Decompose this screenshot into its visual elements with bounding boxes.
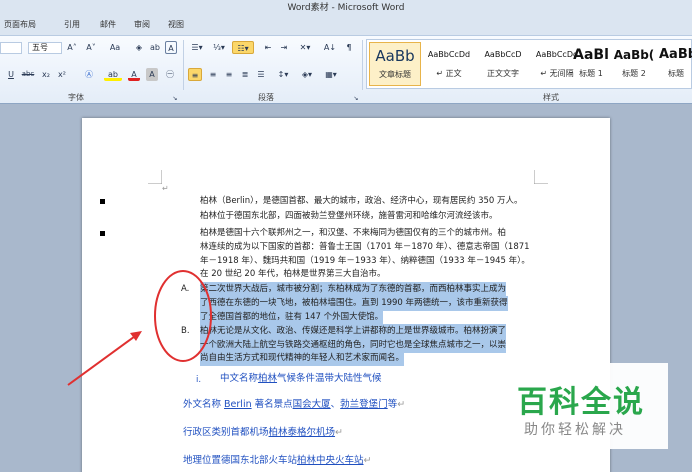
increase-indent-icon[interactable]: ⇥ bbox=[278, 41, 290, 54]
font-size-value: 五号 bbox=[32, 43, 48, 52]
separator bbox=[362, 40, 363, 90]
item-a-line3[interactable]: 了全德国首都的地位，驻有 147 个外国大使馆。 bbox=[200, 310, 384, 325]
item-b-line1[interactable]: 柏林无论是从文化、政治、传媒还是科学上讲都称的上是世界级城市。柏林扮演了 bbox=[200, 324, 507, 339]
clear-format-icon[interactable]: ◈ bbox=[132, 41, 146, 54]
style-name: ↵ 正文 bbox=[436, 69, 462, 78]
tab-page-layout[interactable]: 页面布局 bbox=[4, 19, 36, 30]
item-i-line: 中文名称柏林气候条件温带大陆性气候 bbox=[220, 373, 382, 384]
link-central-station[interactable]: 柏林中央火车站 bbox=[297, 455, 364, 466]
char-border-icon[interactable]: A bbox=[165, 41, 177, 54]
link-berlin[interactable]: 柏林 bbox=[258, 373, 277, 384]
item-b-line3[interactable]: 尚自由生活方式和现代精神的年轻人和艺术家而闻名。 bbox=[200, 351, 405, 366]
style-title[interactable]: AaBb 文章标题 bbox=[369, 42, 421, 86]
borders-icon[interactable]: ▦▾ bbox=[322, 68, 340, 81]
change-case-icon[interactable]: Aa bbox=[106, 41, 124, 54]
decrease-indent-icon[interactable]: ⇤ bbox=[262, 41, 274, 54]
paragraph-admin: 行政区类别首都机场柏林泰格尔机场↵ bbox=[183, 427, 343, 438]
superscript-icon[interactable]: x² bbox=[56, 68, 68, 81]
paragraph-group-label: 段落 bbox=[258, 93, 274, 102]
annotation-circle bbox=[154, 270, 212, 362]
style-body-text[interactable]: AaBbCcD 正文文字 bbox=[477, 42, 529, 86]
annotation-overlay bbox=[67, 270, 212, 386]
paragraph-mark: ↵ bbox=[162, 184, 169, 193]
bullet-marker bbox=[100, 199, 105, 204]
style-sample: AaBb( bbox=[613, 48, 655, 62]
bullet2-line2: 林连续的成为以下国家的首都：普鲁士王国（1701 年－1870 年）、德意志帝国… bbox=[200, 242, 530, 252]
tab-references[interactable]: 引用 bbox=[64, 19, 80, 30]
paragraph-dialog-launcher-icon[interactable]: ↘ bbox=[352, 92, 360, 105]
bullet1-line2: 柏林位于德国东北部，四面被勃兰登堡州环绕，施普雷河和哈维尔河流经该市。 bbox=[200, 211, 498, 221]
ribbon-tabs: 页面布局 引用 邮件 审阅 视图 bbox=[0, 17, 692, 35]
link-brandenburg-gate[interactable]: 勃兰登堡门 bbox=[340, 399, 388, 410]
style-name: 标题 1 bbox=[579, 69, 603, 78]
align-left-icon[interactable]: ≡ bbox=[188, 68, 202, 81]
char-shading-icon[interactable]: A bbox=[146, 68, 158, 81]
bullets-icon[interactable]: ☰▾ bbox=[189, 41, 205, 54]
style-sample: AaBb bbox=[375, 47, 415, 65]
style-heading-1[interactable]: AaBl 标题 1 bbox=[567, 42, 615, 86]
strikethrough-icon[interactable]: abc bbox=[20, 68, 36, 81]
watermark-subtitle: 助你轻松解决 bbox=[524, 422, 626, 438]
ribbon: 五号 A˄ A˅ Aa ◈ ab A U abc x₂ x² Ⓐ ab A A … bbox=[0, 35, 692, 104]
style-sample: AaBl bbox=[573, 47, 609, 63]
justify-icon[interactable]: ≣ bbox=[238, 68, 252, 81]
style-name: 正文文字 bbox=[487, 69, 519, 78]
text-effect-icon[interactable]: Ⓐ bbox=[82, 68, 96, 81]
style-sample: AaBb bbox=[659, 47, 692, 62]
shading-icon[interactable]: ◈▾ bbox=[298, 68, 316, 81]
enclose-char-icon[interactable]: ㊀ bbox=[163, 68, 177, 81]
shrink-font-icon[interactable]: A˅ bbox=[83, 41, 99, 54]
watermark-title: 百科全说 bbox=[517, 385, 645, 420]
grow-font-icon[interactable]: A˄ bbox=[64, 41, 80, 54]
link-tegel-airport[interactable]: 柏林泰格尔机场 bbox=[269, 427, 336, 438]
margin-corner-mark bbox=[148, 170, 162, 184]
paragraph-location: 地理位置德国东北部火车站柏林中央火车站↵ bbox=[183, 455, 372, 466]
chinese-layout-icon[interactable]: ✕▾ bbox=[296, 41, 314, 54]
multilevel-list-icon[interactable]: ☷▾ bbox=[232, 41, 254, 54]
tab-review[interactable]: 审阅 bbox=[134, 19, 150, 30]
style-sample: AaBbCcDd bbox=[427, 50, 471, 59]
separator bbox=[183, 40, 184, 90]
window-title: Word素材 - Microsoft Word bbox=[0, 0, 692, 17]
font-size-field[interactable]: 五号 bbox=[28, 42, 62, 54]
highlight-color-icon[interactable]: ab bbox=[104, 68, 122, 81]
tab-view[interactable]: 视图 bbox=[168, 19, 184, 30]
style-name: 标题 2 bbox=[622, 69, 646, 78]
font-dialog-launcher-icon[interactable]: ↘ bbox=[171, 92, 179, 105]
underline-icon[interactable]: U bbox=[6, 68, 16, 81]
numbering-icon[interactable]: ⅓▾ bbox=[211, 41, 227, 54]
font-group-label: 字体 bbox=[68, 93, 84, 102]
sort-icon[interactable]: A↓ bbox=[322, 41, 338, 54]
styles-gallery: AaBb 文章标题 AaBbCcDd ↵ 正文 AaBbCcD 正文文字 AaB… bbox=[366, 39, 692, 89]
style-normal[interactable]: AaBbCcDd ↵ 正文 bbox=[423, 42, 475, 86]
style-name: 文章标题 bbox=[379, 70, 411, 79]
bullet2-line1: 柏林是德国十六个联邦州之一，和汉堡、不来梅同为德国仅有的三个的城市州。柏 bbox=[200, 228, 507, 238]
paragraph-foreign-name: 外文名称 Berlin 著名景点国会大厦、勃兰登堡门等↵ bbox=[183, 399, 406, 410]
phonetic-guide-icon[interactable]: ab bbox=[148, 41, 162, 54]
show-marks-icon[interactable]: ¶ bbox=[344, 41, 354, 54]
annotation-arrow-line bbox=[67, 333, 139, 386]
bullet-marker bbox=[100, 231, 105, 236]
align-right-icon[interactable]: ≡ bbox=[222, 68, 236, 81]
link-reichstag[interactable]: 国会大厦 bbox=[293, 399, 331, 410]
line-spacing-icon[interactable]: ↕▾ bbox=[274, 68, 292, 81]
margin-corner-mark bbox=[534, 170, 548, 184]
style-sample: AaBbCcD bbox=[484, 50, 522, 59]
styles-group-label: 样式 bbox=[543, 93, 559, 102]
align-center-icon[interactable]: ≡ bbox=[206, 68, 220, 81]
font-color-icon[interactable]: A bbox=[128, 68, 140, 81]
bullet1-line1: 柏林（Berlin），是德国首都、最大的城市，政治、经济中心，现有居民约 350… bbox=[200, 196, 523, 206]
font-name-field[interactable] bbox=[0, 42, 22, 54]
tab-mailings[interactable]: 邮件 bbox=[100, 19, 116, 30]
style-heading[interactable]: AaBb 标题 bbox=[659, 42, 692, 86]
distribute-icon[interactable]: ☰ bbox=[254, 68, 268, 81]
link-berlin-en[interactable]: Berlin bbox=[224, 399, 252, 410]
item-a-line2[interactable]: 了西德在东德的一块飞地，被柏林墙围住。直到 1990 年两德统一，该市重新获得 bbox=[200, 296, 508, 311]
style-heading-2[interactable]: AaBb( 标题 2 bbox=[613, 42, 655, 86]
bullet2-line4: 在 20 世纪 20 年代，柏林是世界第三大自治市。 bbox=[200, 269, 386, 279]
style-name: 标题 bbox=[668, 69, 684, 78]
watermark-logo: 百科全说 助你轻松解决 bbox=[489, 363, 668, 449]
item-a-line1[interactable]: 第二次世界大战后，城市被分割；东柏林成为了东德的首都，而西柏林事实上成为 bbox=[200, 282, 507, 297]
subscript-icon[interactable]: x₂ bbox=[40, 68, 52, 81]
